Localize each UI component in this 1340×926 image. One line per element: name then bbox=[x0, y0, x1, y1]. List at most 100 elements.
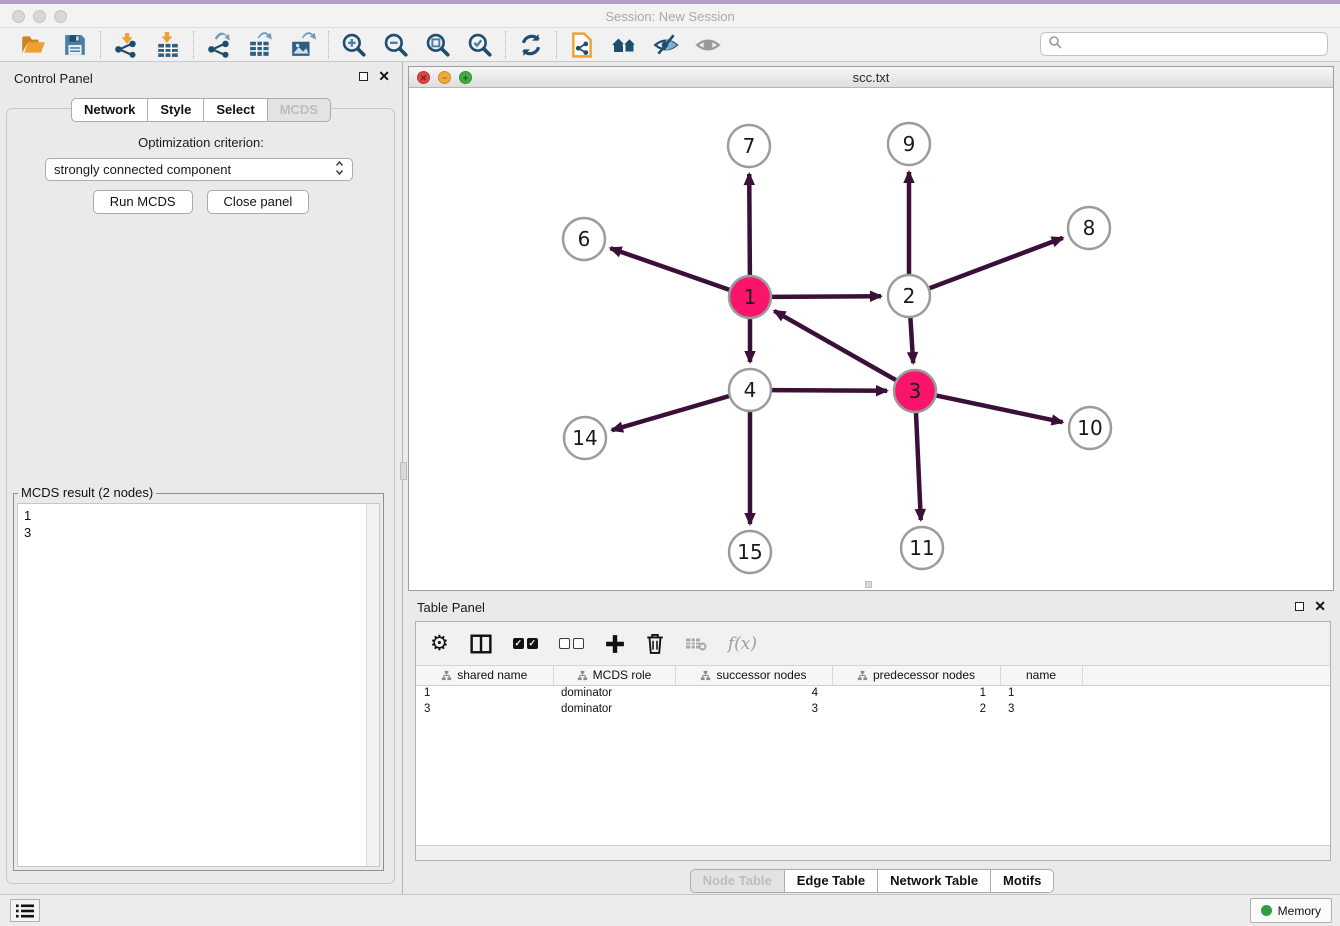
graph-edge-2-8[interactable] bbox=[930, 238, 1063, 288]
graph-edge-3-10[interactable] bbox=[937, 396, 1063, 423]
graph-node-3[interactable]: 3 bbox=[894, 370, 936, 412]
add-column-icon[interactable] bbox=[605, 631, 625, 657]
import-table-icon[interactable] bbox=[155, 32, 181, 58]
column-name[interactable]: name bbox=[1000, 666, 1082, 685]
network-window-titlebar[interactable]: ✕ − + scc.txt bbox=[409, 67, 1333, 88]
select-all-checks-icon[interactable]: ✓✓ bbox=[513, 631, 538, 657]
tab-network[interactable]: Network bbox=[71, 98, 148, 122]
export-image-icon[interactable] bbox=[290, 32, 316, 58]
panel-layout-icon[interactable] bbox=[470, 631, 492, 657]
hide-selected-icon[interactable] bbox=[653, 32, 679, 58]
panel-splitter-handle[interactable] bbox=[400, 462, 407, 480]
graph-edge-1-6[interactable] bbox=[610, 248, 729, 290]
table-cell[interactable]: 1 bbox=[416, 685, 553, 701]
graph-node-14[interactable]: 14 bbox=[564, 417, 606, 459]
table-cell[interactable]: 2 bbox=[832, 701, 1000, 717]
node-table: shared name MCDS role successor nodes pr… bbox=[416, 666, 1330, 717]
table-toolbar: ⚙ ✓✓ f(x) bbox=[416, 622, 1330, 666]
result-scrollbar[interactable] bbox=[366, 504, 379, 866]
graph-node-11[interactable]: 11 bbox=[901, 527, 943, 569]
delete-column-icon[interactable] bbox=[646, 631, 664, 657]
node-table-box: ⚙ ✓✓ f(x) shared name MCDS role bbox=[415, 621, 1331, 861]
tab-motifs[interactable]: Motifs bbox=[991, 869, 1054, 893]
import-network-icon[interactable] bbox=[113, 32, 139, 58]
graph-node-10[interactable]: 10 bbox=[1069, 407, 1111, 449]
deselect-all-checks-icon[interactable] bbox=[559, 631, 584, 657]
export-network-icon[interactable] bbox=[206, 32, 232, 58]
graph-edge-3-11[interactable] bbox=[916, 413, 921, 520]
graph-edge-1-2[interactable] bbox=[772, 296, 881, 297]
graph-node-2[interactable]: 2 bbox=[888, 275, 930, 317]
tab-select[interactable]: Select bbox=[204, 98, 267, 122]
table-row[interactable]: 3dominator323 bbox=[416, 701, 1330, 717]
column-shared-name[interactable]: shared name bbox=[416, 666, 553, 685]
control-panel: Control Panel ✕ Network Style Select MCD… bbox=[0, 62, 403, 894]
table-cell[interactable]: 3 bbox=[1000, 701, 1082, 717]
svg-text:10: 10 bbox=[1077, 416, 1102, 440]
column-type-icon bbox=[857, 670, 868, 681]
run-mcds-button[interactable]: Run MCDS bbox=[93, 190, 193, 214]
close-panel-button[interactable]: Close panel bbox=[207, 190, 310, 214]
new-network-file-icon[interactable] bbox=[569, 32, 595, 58]
network-resize-handle[interactable] bbox=[865, 581, 872, 588]
table-cell[interactable]: dominator bbox=[553, 685, 675, 701]
table-cell[interactable]: 3 bbox=[675, 701, 832, 717]
table-cell[interactable]: 1 bbox=[832, 685, 1000, 701]
column-mcds-role[interactable]: MCDS role bbox=[553, 666, 675, 685]
table-cell[interactable]: 4 bbox=[675, 685, 832, 701]
table-row[interactable]: 1dominator411 bbox=[416, 685, 1330, 701]
delete-table-icon[interactable] bbox=[685, 631, 707, 657]
graph-node-15[interactable]: 15 bbox=[729, 531, 771, 573]
tab-node-table[interactable]: Node Table bbox=[690, 869, 785, 893]
table-cell[interactable]: dominator bbox=[553, 701, 675, 717]
search-input[interactable] bbox=[1040, 32, 1328, 56]
network-canvas[interactable]: 1 2 3 4 6 7 8 9 10 11 14 15 bbox=[409, 88, 1333, 590]
task-history-button[interactable] bbox=[10, 899, 40, 922]
graph-edge-2-3[interactable] bbox=[910, 318, 913, 363]
open-session-icon[interactable] bbox=[20, 32, 46, 58]
tab-network-table[interactable]: Network Table bbox=[878, 869, 991, 893]
home-neighbors-icon[interactable] bbox=[611, 32, 637, 58]
graph-node-6[interactable]: 6 bbox=[563, 218, 605, 260]
refresh-layout-icon[interactable] bbox=[518, 32, 544, 58]
graph-edge-4-3[interactable] bbox=[772, 390, 887, 391]
zoom-fit-icon[interactable] bbox=[425, 32, 451, 58]
save-session-icon[interactable] bbox=[62, 32, 88, 58]
table-cell[interactable]: 3 bbox=[416, 701, 553, 717]
mcds-result-area[interactable]: 1 3 bbox=[17, 503, 380, 867]
graph-node-9[interactable]: 9 bbox=[888, 123, 930, 165]
float-panel-icon[interactable] bbox=[359, 72, 368, 81]
column-successor-nodes[interactable]: successor nodes bbox=[675, 666, 832, 685]
graph-node-4[interactable]: 4 bbox=[729, 369, 771, 411]
criterion-select[interactable]: strongly connected component bbox=[45, 158, 353, 181]
select-stepper-icon bbox=[335, 160, 344, 179]
svg-text:6: 6 bbox=[578, 227, 591, 251]
zoom-out-icon[interactable] bbox=[383, 32, 409, 58]
close-table-panel-icon[interactable]: ✕ bbox=[1314, 600, 1326, 612]
memory-label: Memory bbox=[1278, 904, 1321, 918]
graph-edge-1-7[interactable] bbox=[749, 174, 750, 275]
memory-button[interactable]: Memory bbox=[1250, 898, 1332, 923]
function-builder-icon[interactable]: f(x) bbox=[728, 631, 757, 657]
column-filler bbox=[1082, 666, 1330, 685]
graph-node-7[interactable]: 7 bbox=[728, 125, 770, 167]
graph-node-8[interactable]: 8 bbox=[1068, 207, 1110, 249]
zoom-selected-icon[interactable] bbox=[467, 32, 493, 58]
close-panel-icon[interactable]: ✕ bbox=[378, 70, 390, 82]
table-hscrollbar[interactable] bbox=[416, 845, 1330, 860]
column-predecessor-nodes[interactable]: predecessor nodes bbox=[832, 666, 1000, 685]
graph-node-1[interactable]: 1 bbox=[729, 276, 771, 318]
show-all-icon[interactable] bbox=[695, 32, 721, 58]
table-settings-icon[interactable]: ⚙ bbox=[430, 631, 449, 657]
tab-edge-table[interactable]: Edge Table bbox=[785, 869, 878, 893]
tab-mcds[interactable]: MCDS bbox=[268, 98, 331, 122]
export-table-icon[interactable] bbox=[248, 32, 274, 58]
table-cell[interactable]: 1 bbox=[1000, 685, 1082, 701]
graph-edge-3-1[interactable] bbox=[774, 311, 896, 380]
status-bar: Memory bbox=[0, 894, 1340, 926]
table-header-row[interactable]: shared name MCDS role successor nodes pr… bbox=[416, 666, 1330, 685]
zoom-in-icon[interactable] bbox=[341, 32, 367, 58]
float-table-panel-icon[interactable] bbox=[1295, 602, 1304, 611]
graph-edge-4-14[interactable] bbox=[612, 396, 729, 430]
tab-style[interactable]: Style bbox=[148, 98, 204, 122]
